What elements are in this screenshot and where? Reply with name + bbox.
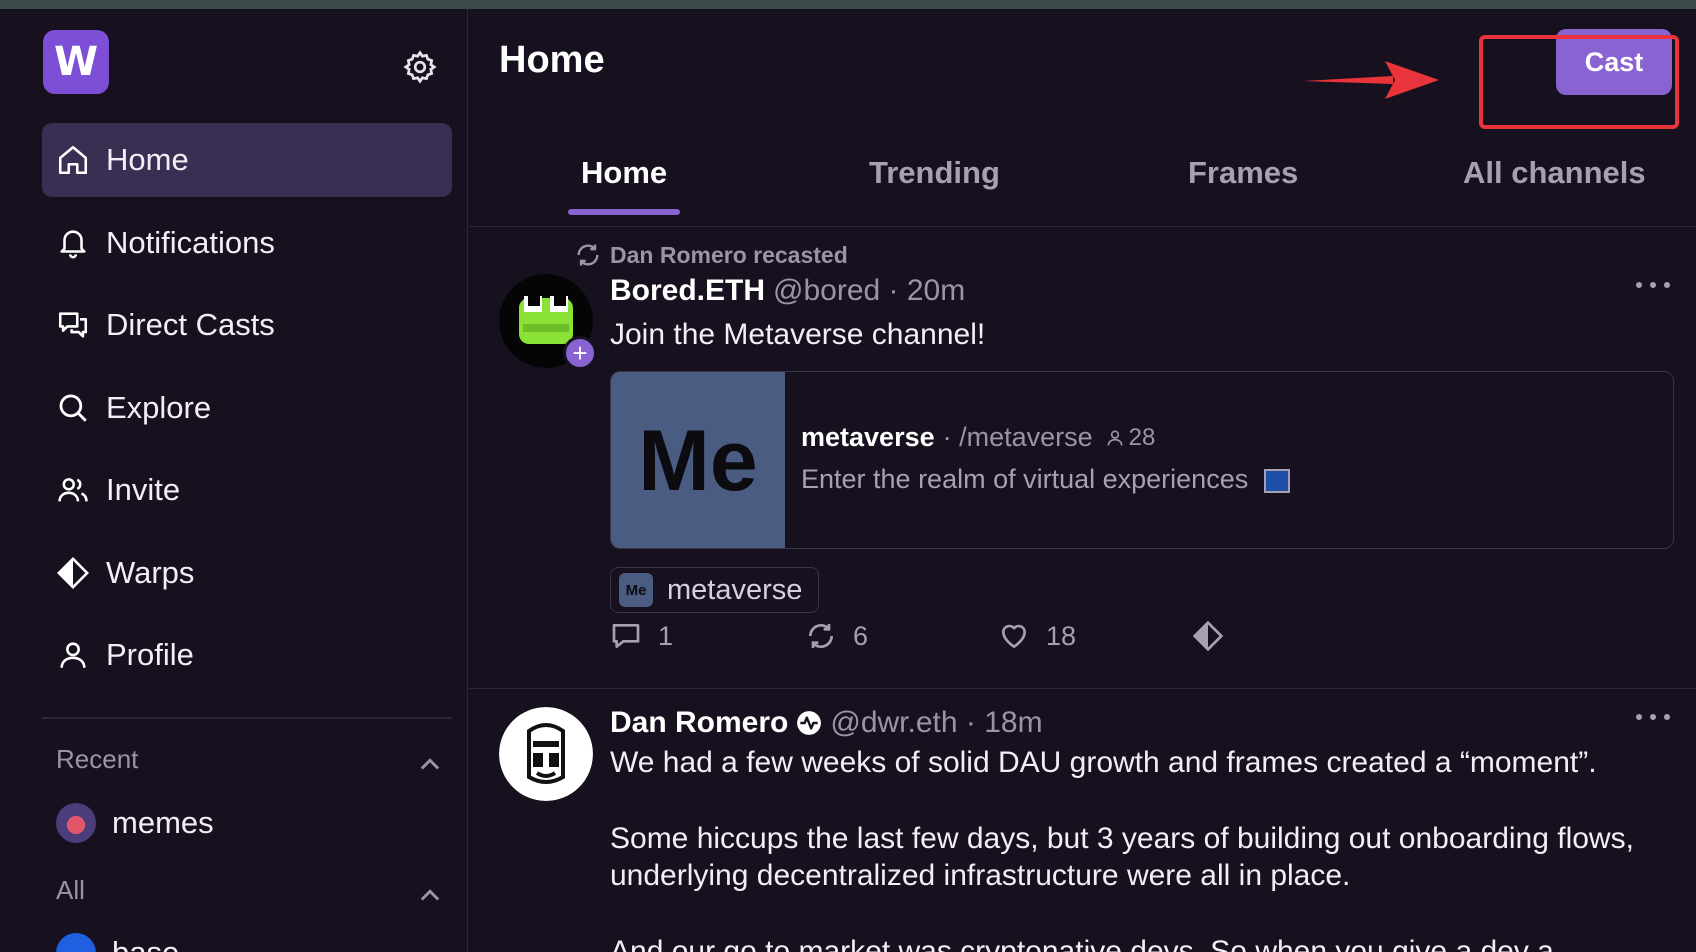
nav-item-profile[interactable]: Profile <box>42 618 452 692</box>
channel-chip-label: metaverse <box>667 573 803 606</box>
post-paragraph: We had a few weeks of solid DAU growth a… <box>610 746 1597 779</box>
recast-icon <box>577 244 599 266</box>
chat-bubbles-icon <box>58 312 88 338</box>
author-name[interactable]: Bored.ETH <box>610 274 765 308</box>
author-name[interactable]: Dan Romero <box>610 706 788 740</box>
user-icon <box>60 642 86 668</box>
all-section-title: All <box>56 875 85 905</box>
recast-indicator: Dan Romero recasted <box>574 241 848 269</box>
channel-tag[interactable]: Me metaverse <box>610 567 820 613</box>
window-top-strip <box>0 0 1696 9</box>
post-paragraph: And our go to market was cryptonative de… <box>610 935 1554 952</box>
main-nav: Home Notifications Direct Casts Explore … <box>42 123 452 701</box>
reply-action[interactable]: 1 <box>610 620 673 652</box>
nav-label: Profile <box>106 637 194 672</box>
nav-item-warps[interactable]: Warps <box>42 536 452 610</box>
recent-section-title: Recent <box>56 744 139 774</box>
embed-channel-name: metaverse <box>801 422 935 452</box>
like-count: 18 <box>1046 620 1077 651</box>
tab-frames[interactable]: Frames <box>1188 155 1298 191</box>
all-channel-base[interactable]: base <box>56 933 179 952</box>
nav-label: Home <box>106 142 189 177</box>
embed-thumbnail: Me <box>611 372 785 548</box>
gear-icon[interactable] <box>402 49 438 85</box>
sidebar-divider <box>42 717 452 719</box>
annotation-arrow <box>1303 61 1439 99</box>
author-handle: @dwr.eth · 18m <box>830 706 1043 739</box>
app-logo[interactable]: W <box>43 30 109 94</box>
nav-label: Direct Casts <box>106 307 275 342</box>
more-options-icon[interactable] <box>1633 710 1673 724</box>
nav-label: Invite <box>106 472 181 507</box>
nav-item-direct-casts[interactable]: Direct Casts <box>42 288 452 362</box>
home-icon <box>58 145 88 175</box>
recast-action[interactable]: 6 <box>805 620 868 652</box>
chevron-up-icon[interactable] <box>416 751 444 779</box>
users-icon <box>58 478 88 502</box>
recent-channel-memes[interactable]: memes <box>56 803 214 843</box>
chevron-up-icon[interactable] <box>416 882 444 910</box>
like-action[interactable]: 18 <box>998 620 1076 652</box>
recast-count: 6 <box>853 620 869 651</box>
channel-label: memes <box>112 805 214 840</box>
author-avatar <box>499 707 593 801</box>
members-icon <box>1107 430 1123 446</box>
page-title: Home <box>499 39 605 81</box>
nav-item-explore[interactable]: Explore <box>42 371 452 445</box>
power-badge-icon <box>797 711 822 735</box>
embed-channel-path: · /metaverse <box>942 422 1093 452</box>
feed-post[interactable]: Dan Romero @dwr.eth · 18m We had a few w… <box>469 690 1696 952</box>
tab-home[interactable]: Home <box>581 155 667 191</box>
follow-plus-icon[interactable]: + <box>563 336 597 370</box>
recast-icon <box>809 624 833 648</box>
channel-avatar <box>56 803 96 843</box>
annotation-highlight-box <box>1479 35 1679 129</box>
post-text: Join the Metaverse channel! <box>610 318 986 351</box>
main-feed: Home Cast Home Trending Frames All chann… <box>469 9 1696 952</box>
more-options-icon[interactable] <box>1633 278 1673 292</box>
chart-emoji-icon <box>1263 468 1290 493</box>
comment-icon <box>612 624 640 648</box>
reply-count: 1 <box>658 620 674 651</box>
bell-icon <box>60 229 86 258</box>
channel-avatar <box>56 933 96 952</box>
search-icon <box>59 394 87 422</box>
tab-trending[interactable]: Trending <box>869 155 1000 191</box>
post-header: Dan Romero @dwr.eth · 18m <box>610 706 1043 740</box>
tab-all-channels[interactable]: All channels <box>1463 155 1646 191</box>
nav-label: Notifications <box>106 224 275 260</box>
embed-description-text: Enter the realm of virtual experiences <box>801 464 1249 494</box>
channel-embed-card[interactable]: Me metaverse · /metaverse 28 Enter the r… <box>610 371 1674 549</box>
warp-tip-action[interactable] <box>1192 620 1240 652</box>
active-tab-indicator <box>568 209 680 215</box>
nav-label: Warps <box>106 554 195 590</box>
recast-text: Dan Romero recasted <box>610 241 848 268</box>
nav-label: Explore <box>106 389 212 425</box>
post-header: Bored.ETH @bored · 20m <box>610 274 965 308</box>
embed-description: Enter the realm of virtual experiences <box>801 464 1290 495</box>
embed-title: metaverse · /metaverse 28 <box>801 422 1155 453</box>
nav-item-home[interactable]: Home <box>42 123 452 197</box>
heart-icon <box>1002 624 1026 648</box>
channel-chip-icon: Me <box>619 573 653 607</box>
channel-label: base <box>112 935 179 952</box>
diamond-icon <box>57 556 89 589</box>
embed-member-count: 28 <box>1128 423 1156 451</box>
post-paragraph: Some hiccups the last few days, but 3 ye… <box>610 822 1634 892</box>
sidebar: W Home Notifications Direct Casts Explor… <box>0 9 468 952</box>
nav-item-invite[interactable]: Invite <box>42 453 452 527</box>
author-handle: @bored · 20m <box>773 274 966 307</box>
feed-post[interactable]: Dan Romero recasted + Bored.ETH @bored ·… <box>469 228 1696 689</box>
nav-item-notifications[interactable]: Notifications <box>42 206 452 280</box>
diamond-icon <box>1192 620 1224 652</box>
